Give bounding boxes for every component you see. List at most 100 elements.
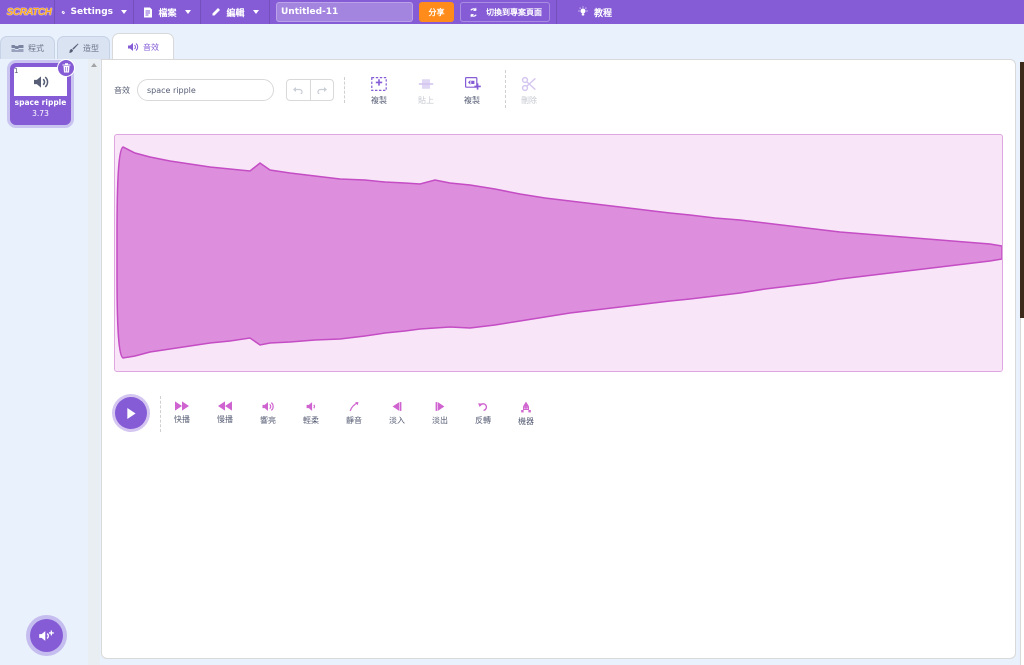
effect-robot-button[interactable]: 機器 [508,401,544,427]
fade-in-icon [392,402,402,411]
logo-text: SCRATCH [6,6,52,18]
trash-icon [62,63,70,73]
share-button[interactable]: 分享 [419,2,454,22]
scroll-up-arrow-icon[interactable] [91,63,97,67]
sound-name-input[interactable]: space ripple [137,79,274,101]
add-sound-button[interactable] [30,619,63,652]
effect-label: 淡出 [432,416,448,425]
edit-label: 編輯 [226,8,245,19]
stage-edge [1020,62,1024,318]
scissors-icon [521,76,536,92]
copy-button[interactable]: 複製 [359,76,399,106]
reverse-icon [478,403,488,412]
faster-icon [175,401,189,411]
tab-code[interactable]: 程式 [0,36,55,60]
delete-button[interactable]: 刪除 [509,76,549,106]
effect-label: 輕柔 [303,416,319,425]
copy-to-new-label: 複製 [464,96,480,105]
tutorials-button[interactable]: 教程 [571,0,618,24]
waveform-shape [116,146,1002,359]
copy-label: 複製 [371,96,387,105]
effect-label: 機器 [518,417,534,426]
effect-label: 淡入 [389,416,405,425]
play-button[interactable] [115,397,147,429]
copy-to-new-icon [465,77,481,90]
effect-louder-button[interactable]: 響亮 [250,401,286,426]
softer-icon [306,402,316,411]
sprite-pane-edge [1020,318,1024,665]
sound-tile[interactable]: 1 space ripple 3.73 [10,59,75,125]
tab-label: 程式 [28,44,44,53]
sound-name: space ripple [14,98,67,107]
tutorials-label: 教程 [594,8,613,19]
tab-sounds[interactable]: 音效 [112,33,174,60]
sound-list-scrollbar[interactable] [88,59,100,665]
file-menu[interactable]: 檔案 [134,0,200,24]
chevron-down-icon [252,10,259,14]
toolbar-divider [505,70,506,108]
undo-redo-group [286,79,334,101]
effect-fade-in-button[interactable]: 淡入 [379,401,415,426]
chevron-down-icon [184,10,191,14]
effect-label: 快播 [174,415,190,424]
file-icon [144,7,153,17]
effect-reverse-button[interactable]: 反轉 [465,401,501,426]
sound-name-label: 音效 [114,86,130,95]
undo-icon [293,87,303,94]
file-label: 檔案 [158,8,177,19]
sound-editor: 音效 space ripple 複製 貼上 複製 刪除 快播 慢播 響亮 輕柔 … [101,59,1016,659]
paste-icon [418,79,434,89]
effect-label: 慢播 [217,415,233,424]
louder-icon [262,402,274,411]
tab-label: 造型 [83,44,99,53]
effect-label: 靜音 [346,416,362,425]
delete-sound-button[interactable] [57,59,75,77]
menu-bar: SCRATCH Settings 檔案 編輯 Untitled-11 分享 切換… [0,0,1024,24]
lightbulb-icon [578,6,588,16]
paintbrush-icon [69,43,79,53]
pencil-icon [212,8,221,16]
menu-divider [556,0,557,24]
project-title-input[interactable]: Untitled-11 [276,2,413,22]
effect-softer-button[interactable]: 輕柔 [293,401,329,426]
switch-arrows-icon [470,7,477,17]
tab-costumes[interactable]: 造型 [57,36,110,60]
effects-divider [160,396,161,432]
undo-button[interactable] [287,80,310,100]
waveform-area[interactable] [114,134,1003,372]
paste-button[interactable]: 貼上 [406,76,446,106]
effect-fade-out-button[interactable]: 淡出 [422,401,458,426]
copy-to-new-button[interactable]: 複製 [452,76,492,106]
mute-icon [349,402,359,412]
sound-duration: 3.73 [32,109,49,118]
menu-divider [269,0,270,24]
play-icon [127,407,136,419]
settings-label: Settings [70,7,113,17]
settings-menu[interactable]: Settings [55,0,133,24]
redo-icon [317,87,327,94]
copy-icon [371,77,387,91]
speaker-icon [33,75,48,88]
add-sound-icon [39,630,54,641]
scratch-logo[interactable]: SCRATCH [4,4,54,20]
waveform[interactable] [115,135,1003,372]
edit-menu[interactable]: 編輯 [201,0,269,24]
slower-icon [218,401,232,411]
paste-label: 貼上 [418,96,434,105]
see-project-page-button[interactable]: 切換到專案頁面 [460,2,550,22]
toolbar-divider [344,77,345,103]
code-icon [11,45,24,52]
effect-label: 響亮 [260,416,276,425]
gear-icon [61,10,65,14]
sound-index: 1 [14,67,19,75]
effect-faster-button[interactable]: 快播 [164,401,200,425]
effect-slower-button[interactable]: 慢播 [207,401,243,425]
fade-out-icon [435,402,445,411]
redo-button[interactable] [309,80,334,100]
sound-list: 1 space ripple 3.73 [0,59,88,665]
delete-label: 刪除 [521,96,537,105]
effect-mute-button[interactable]: 靜音 [336,401,372,426]
chevron-down-icon [121,10,127,14]
effect-label: 反轉 [475,416,491,425]
tab-label: 音效 [143,42,159,52]
